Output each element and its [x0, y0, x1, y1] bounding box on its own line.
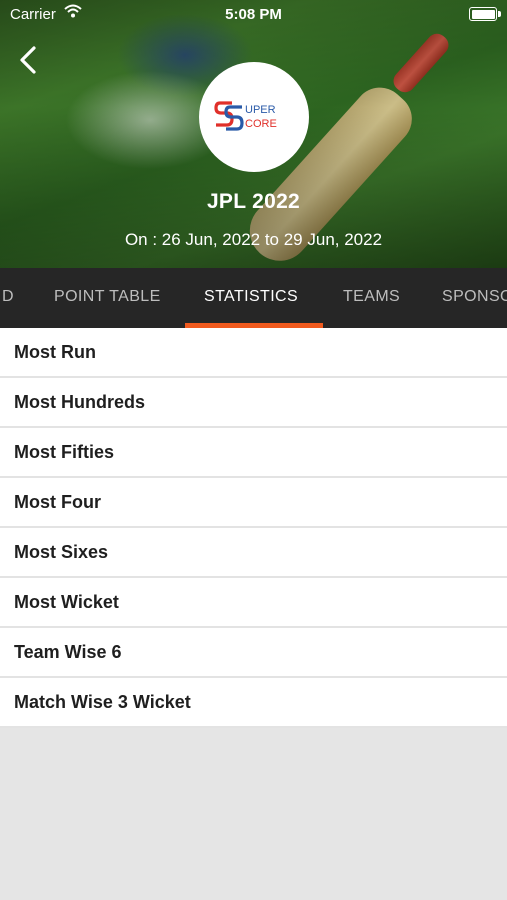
clock-label: 5:08 PM [225, 6, 282, 23]
back-button[interactable] [14, 44, 44, 76]
list-item-label: Team Wise 6 [14, 642, 122, 662]
svg-text:UPER: UPER [245, 104, 276, 116]
list-item-most-hundreds[interactable]: Most Hundreds [0, 378, 507, 428]
tournament-dates: On : 26 Jun, 2022 to 29 Jun, 2022 [124, 230, 383, 249]
list-item-most-run[interactable]: Most Run [0, 328, 507, 378]
list-item-label: Most Fifties [14, 442, 115, 462]
status-bar: Carrier 5:08 PM [0, 0, 507, 28]
cricket-bat-handle-image [389, 29, 453, 97]
list-item-most-sixes[interactable]: Most Sixes [0, 528, 507, 578]
tab-statistics[interactable]: STATISTICS [204, 268, 298, 328]
tab-partial-left[interactable]: D [2, 268, 14, 328]
list-item-most-four[interactable]: Most Four [0, 478, 507, 528]
list-item-match-wise-3-wicket[interactable]: Match Wise 3 Wicket [0, 678, 507, 728]
list-item-label: Match Wise 3 Wicket [14, 692, 191, 712]
tab-sponsors[interactable]: SPONSORS [442, 268, 507, 328]
list-item-most-fifties[interactable]: Most Fifties [0, 428, 507, 478]
svg-text:CORE: CORE [245, 118, 277, 130]
tournament-logo: UPER CORE [199, 62, 309, 172]
list-item-label: Most Run [14, 342, 96, 362]
tab-bar: D POINT TABLE STATISTICS TEAMS SPONSORS [0, 268, 507, 328]
superscore-logo-icon: UPER CORE [214, 101, 277, 131]
list-item-label: Most Wicket [14, 592, 119, 612]
list-item-label: Most Four [14, 492, 101, 512]
list-item-most-wicket[interactable]: Most Wicket [0, 578, 507, 628]
chevron-left-icon [20, 46, 36, 74]
statistics-list: Most Run Most Hundreds Most Fifties Most… [0, 328, 507, 728]
list-item-label: Most Hundreds [14, 392, 146, 412]
tab-point-table[interactable]: POINT TABLE [54, 268, 161, 328]
tab-teams[interactable]: TEAMS [343, 268, 400, 328]
list-item-team-wise-6[interactable]: Team Wise 6 [0, 628, 507, 678]
list-item-label: Most Sixes [14, 542, 109, 562]
tournament-title: JPL 2022 [206, 190, 301, 213]
battery-icon [469, 7, 501, 21]
